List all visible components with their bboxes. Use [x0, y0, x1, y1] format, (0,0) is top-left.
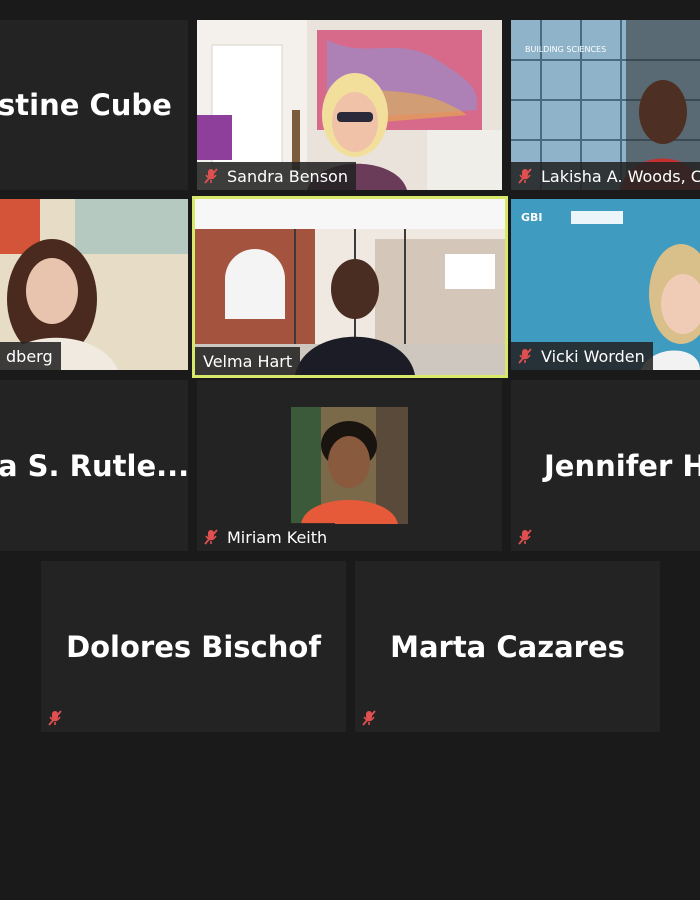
participant-name: Lakisha A. Woods, C — [541, 166, 700, 186]
participant-tile-lakisha[interactable]: BUILDING SCIENCES Lakisha A. Woods, C — [511, 20, 700, 190]
participant-nametag: Lakisha A. Woods, C — [511, 162, 700, 190]
logo-text: GBI — [521, 211, 543, 224]
participant-name: Vicki Worden — [541, 346, 645, 366]
participant-tile-dolores[interactable]: Dolores Bischof — [41, 561, 346, 732]
participant-tile-rutledge[interactable]: a S. Rutle... — [0, 380, 188, 551]
participant-display-name: Dolores Bischof — [66, 629, 321, 664]
participant-display-name: stine Cube — [0, 88, 172, 122]
participant-nametag: dberg — [0, 342, 61, 370]
logo-text: BUILDING SCIENCES — [525, 45, 606, 54]
mic-off-icon — [197, 162, 225, 190]
participant-nametag: Miriam Keith — [197, 523, 336, 551]
mic-off-icon — [511, 162, 539, 190]
participant-nametag: Velma Hart — [195, 347, 301, 375]
participant-display-name: Marta Cazares — [390, 629, 625, 664]
participant-nametag: Vicki Worden — [511, 342, 653, 370]
participant-nametag — [41, 704, 69, 732]
participant-nametag — [511, 523, 539, 551]
mic-off-icon — [41, 704, 69, 732]
mic-off-icon — [511, 523, 539, 551]
participant-name: Velma Hart — [203, 351, 293, 371]
mic-off-icon — [511, 342, 539, 370]
mic-off-icon — [197, 523, 225, 551]
participant-tile-jennifer[interactable]: Jennifer H — [511, 380, 700, 551]
participant-tile-marta[interactable]: Marta Cazares — [355, 561, 660, 732]
participant-name: dberg — [6, 346, 53, 366]
participant-display-name: a S. Rutle... — [0, 448, 188, 483]
participant-name: Miriam Keith — [227, 527, 328, 547]
participant-name: Sandra Benson — [227, 166, 348, 186]
participant-video — [291, 407, 408, 524]
participant-display-name: Jennifer H — [544, 448, 700, 483]
participant-nametag — [355, 704, 383, 732]
mic-off-icon — [355, 704, 383, 732]
participant-tile-velma[interactable]: Velma Hart — [192, 196, 508, 378]
participant-tile-christine[interactable]: stine Cube — [0, 20, 188, 190]
participant-tile-miriam[interactable]: Miriam Keith — [197, 380, 502, 551]
participant-nametag: Sandra Benson — [197, 162, 356, 190]
participant-tile-goldberg[interactable]: dberg — [0, 199, 188, 370]
participant-tile-vicki[interactable]: GBI Vicki Worden — [511, 199, 700, 370]
participant-tile-sandra[interactable]: Sandra Benson — [197, 20, 502, 190]
